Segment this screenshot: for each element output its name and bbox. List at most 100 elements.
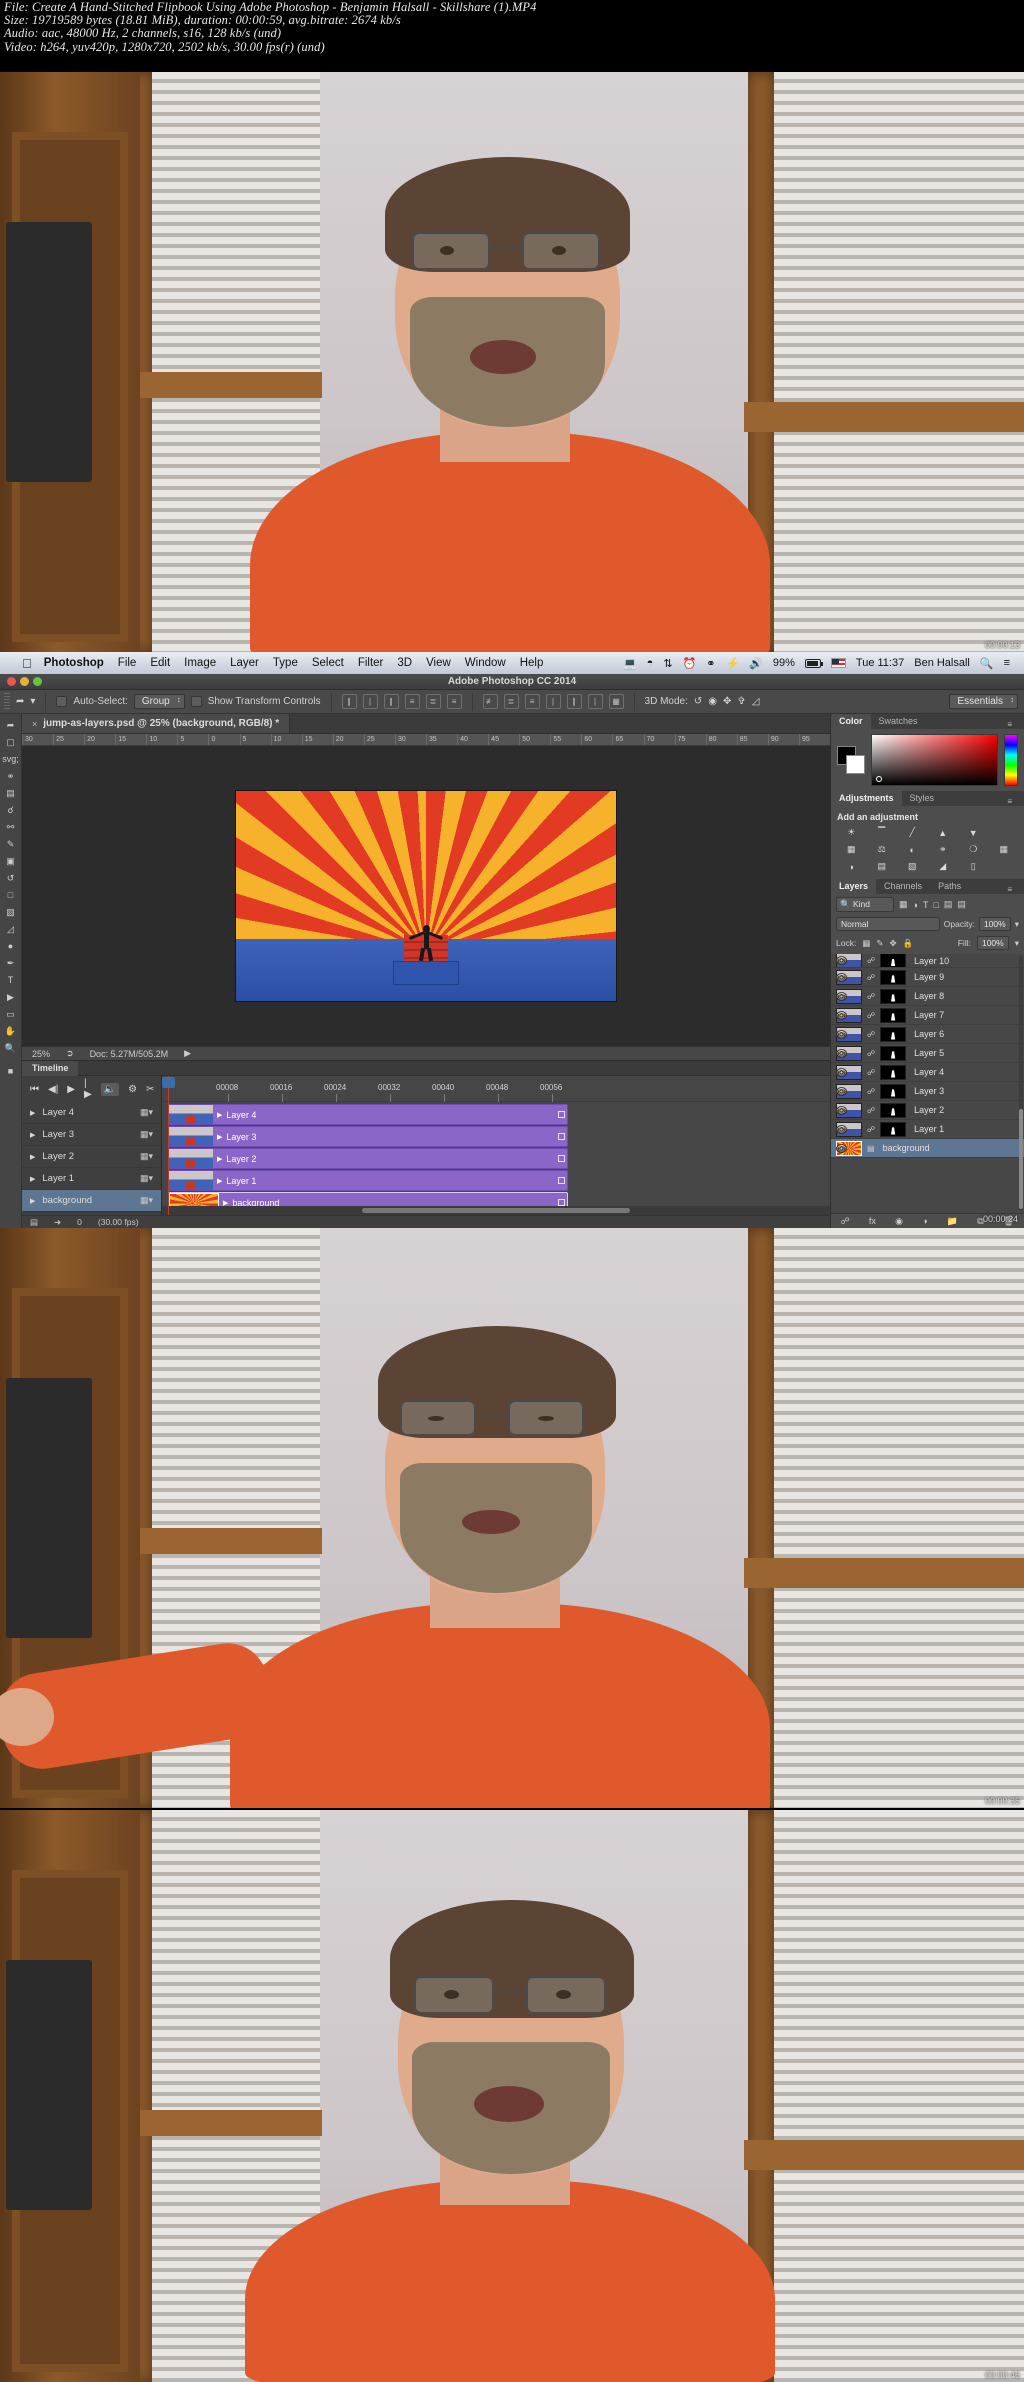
gradient-map-icon[interactable]: ◢ bbox=[929, 860, 958, 873]
3d-drag-icon[interactable]: ✥ bbox=[723, 696, 731, 707]
layer-mask-thumbnail[interactable] bbox=[880, 1026, 907, 1042]
clip-end-handle[interactable] bbox=[558, 1133, 565, 1140]
exposure-icon[interactable]: ▲ bbox=[929, 826, 958, 839]
align-vertical-centers-icon[interactable]: ≣ bbox=[425, 694, 441, 709]
chevron-right-icon[interactable]: ▶ bbox=[30, 1109, 35, 1117]
canvas-area[interactable] bbox=[22, 746, 830, 1046]
audio-icon[interactable]: 🔈 bbox=[100, 1082, 120, 1096]
layer-mask-thumbnail[interactable] bbox=[880, 1064, 907, 1080]
tab-styles[interactable]: Styles bbox=[902, 791, 943, 806]
color-picker-field[interactable] bbox=[871, 734, 998, 786]
timeline-horizontal-scrollbar[interactable] bbox=[162, 1206, 830, 1215]
track-header-layer-2[interactable]: ▶ Layer 2 ▦▾ bbox=[22, 1146, 161, 1168]
align-right-edges-icon[interactable]: ∥ bbox=[383, 694, 399, 709]
link-icon[interactable]: ☍ bbox=[841, 1216, 850, 1227]
visibility-eye-icon[interactable]: 👁 bbox=[836, 972, 847, 982]
tab-timeline[interactable]: Timeline bbox=[22, 1060, 79, 1076]
timeline-clip-layer-1[interactable]: ▶ Layer 1 bbox=[168, 1170, 568, 1191]
align-left-edges-icon[interactable]: ∥ bbox=[341, 694, 357, 709]
play-icon[interactable]: ▶ bbox=[67, 1084, 75, 1095]
align-horizontal-centers-icon[interactable]: ∣ bbox=[362, 694, 378, 709]
link-icon[interactable]: ☍ bbox=[867, 1087, 875, 1096]
opacity-chevron-down-icon[interactable]: ▾ bbox=[1015, 919, 1019, 930]
pixel-filter-icon[interactable]: ▦ bbox=[899, 899, 908, 910]
mask-icon[interactable]: ◉ bbox=[895, 1216, 903, 1227]
shape-filter-icon[interactable]: □ bbox=[933, 900, 938, 910]
chevron-right-icon[interactable]: ▶ bbox=[217, 1133, 222, 1141]
chevron-right-icon[interactable]: ▶ bbox=[30, 1175, 35, 1183]
scissors-icon[interactable]: ✂ bbox=[146, 1084, 154, 1095]
film-strip-icon[interactable]: ▦▾ bbox=[140, 1173, 153, 1184]
chevron-right-icon[interactable]: ▶ bbox=[217, 1155, 222, 1163]
adjustment-filter-icon[interactable]: ◑ bbox=[913, 900, 918, 910]
link-icon[interactable]: ☍ bbox=[867, 973, 875, 982]
foreground-background-swatch[interactable]: ■ bbox=[2, 1063, 20, 1079]
menu-view[interactable]: View bbox=[426, 657, 451, 669]
tab-swatches[interactable]: Swatches bbox=[871, 714, 926, 729]
tool-preset-chevron-down-icon[interactable]: ▾ bbox=[30, 696, 35, 707]
invert-icon[interactable]: ◑ bbox=[837, 860, 866, 873]
clip-end-handle[interactable] bbox=[558, 1111, 565, 1118]
lock-position-icon[interactable]: ✥ bbox=[889, 938, 896, 949]
options-grip[interactable] bbox=[4, 692, 10, 711]
visibility-eye-icon[interactable]: 👁 bbox=[836, 1029, 847, 1039]
threshold-icon[interactable]: ▧ bbox=[898, 860, 927, 873]
close-icon[interactable]: × bbox=[32, 719, 37, 729]
layer-mask-thumbnail[interactable] bbox=[880, 954, 907, 967]
foreground-background-swatch[interactable] bbox=[837, 746, 865, 774]
smart-object-icon[interactable]: ▤ bbox=[867, 1144, 875, 1153]
hand-tool-icon[interactable]: ✋ bbox=[2, 1023, 20, 1039]
layer-mask-thumbnail[interactable] bbox=[880, 1102, 907, 1118]
menubar-clock[interactable]: Tue 11:37 bbox=[856, 657, 904, 669]
lasso-tool-icon[interactable]: svg; bbox=[2, 751, 20, 767]
distribute-horizontal-centers-icon[interactable]: ∥ bbox=[566, 694, 582, 709]
distribute-right-edges-icon[interactable]: ∣ bbox=[587, 694, 603, 709]
auto-align-layers-icon[interactable]: ▦ bbox=[608, 694, 624, 709]
input-language-flag-icon[interactable] bbox=[830, 658, 846, 668]
apple-icon[interactable]:  bbox=[22, 656, 32, 671]
menu-help[interactable]: Help bbox=[520, 657, 544, 669]
crop-tool-icon[interactable]: ▤ bbox=[2, 785, 20, 801]
layer-row[interactable]: 👁 ☍ Layer 1 bbox=[831, 1120, 1024, 1139]
link-icon[interactable]: ☍ bbox=[867, 1125, 875, 1134]
menu-edit[interactable]: Edit bbox=[150, 657, 170, 669]
photo-filter-icon[interactable]: ⚭ bbox=[929, 843, 958, 856]
menu-image[interactable]: Image bbox=[184, 657, 216, 669]
distribute-top-edges-icon[interactable]: ≢ bbox=[482, 694, 498, 709]
background-color-swatch[interactable] bbox=[846, 755, 865, 774]
battery-icon[interactable] bbox=[804, 658, 823, 668]
dropbox-icon[interactable]: ⚭ bbox=[706, 657, 715, 670]
menubar-username[interactable]: Ben Halsall bbox=[914, 657, 970, 669]
move-tool-icon[interactable]: ➦ bbox=[16, 696, 24, 707]
vibrance-icon[interactable]: ▼ bbox=[959, 826, 988, 839]
link-icon[interactable]: ☍ bbox=[867, 1011, 875, 1020]
link-icon[interactable]: ☍ bbox=[867, 1106, 875, 1115]
layer-row[interactable]: 👁 ☍ Layer 9 bbox=[831, 968, 1024, 987]
track-header-layer-1[interactable]: ▶ Layer 1 ▦▾ bbox=[22, 1168, 161, 1190]
3d-scale-icon[interactable]: ◿ bbox=[752, 696, 760, 707]
layer-row[interactable]: 👁 ☍ Layer 6 bbox=[831, 1025, 1024, 1044]
layer-filter-kind-dropdown[interactable]: 🔍 Kind bbox=[836, 897, 894, 912]
lock-all-icon[interactable]: 🔒 bbox=[903, 938, 914, 949]
brush-tool-icon[interactable]: ✎ bbox=[2, 836, 20, 852]
link-icon[interactable]: ☍ bbox=[867, 992, 875, 1001]
align-top-edges-icon[interactable]: ≡ bbox=[404, 694, 420, 709]
menu-type[interactable]: Type bbox=[273, 657, 298, 669]
fill-chevron-down-icon[interactable]: ▾ bbox=[1015, 938, 1019, 949]
render-video-icon[interactable]: ➜ bbox=[54, 1217, 61, 1228]
first-frame-icon[interactable]: ⏮ bbox=[30, 1084, 39, 1095]
layer-row[interactable]: 👁 ☍ Layer 4 bbox=[831, 1063, 1024, 1082]
layer-mask-thumbnail[interactable] bbox=[880, 1007, 907, 1023]
panel-menu-icon[interactable]: ≡ bbox=[999, 882, 1020, 897]
tab-color[interactable]: Color bbox=[831, 714, 871, 729]
convert-frame-animation-icon[interactable]: ▤ bbox=[30, 1217, 38, 1228]
display-icon[interactable]: 💻 bbox=[623, 657, 637, 670]
smart-filter-icon[interactable]: ▤ bbox=[944, 899, 953, 910]
distribute-bottom-edges-icon[interactable]: ≡ bbox=[524, 694, 540, 709]
adjustment-icon[interactable]: ◑ bbox=[922, 1216, 927, 1226]
align-bottom-edges-icon[interactable]: ≡ bbox=[446, 694, 462, 709]
curves-icon[interactable]: ╱ bbox=[898, 826, 927, 839]
type-tool-icon[interactable]: T bbox=[2, 972, 20, 988]
power-icon[interactable]: ⚡ bbox=[725, 657, 739, 670]
tab-channels[interactable]: Channels bbox=[876, 879, 930, 894]
